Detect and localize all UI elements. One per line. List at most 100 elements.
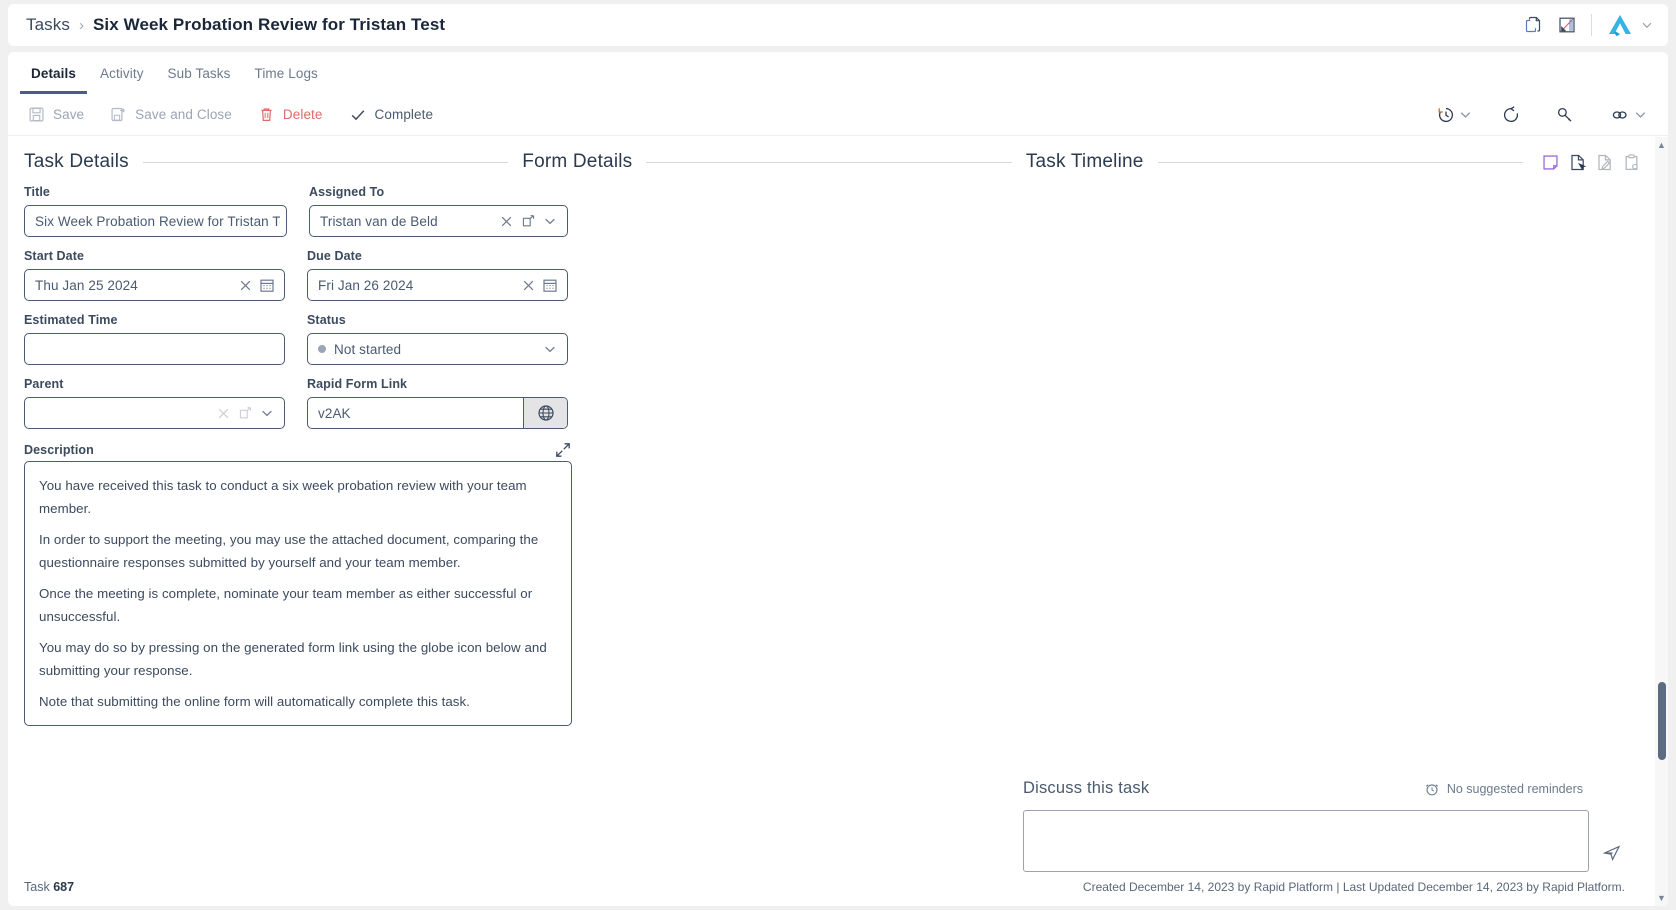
tab-sub-tasks[interactable]: Sub Tasks bbox=[157, 66, 242, 94]
task-details-form: Title Six Week Probation Review for Tris… bbox=[8, 173, 572, 726]
scroll-up-arrow-icon[interactable]: ▲ bbox=[1657, 137, 1666, 153]
description-line: You have received this task to conduct a… bbox=[39, 478, 527, 516]
description-line: Once the meeting is complete, nominate y… bbox=[39, 586, 533, 624]
section-title-task-details: Task Details bbox=[24, 151, 129, 172]
label-due-date: Due Date bbox=[307, 249, 362, 263]
content-scroll-region: Task Details Form Details Task Timeline bbox=[8, 137, 1668, 906]
section-divider-1 bbox=[142, 161, 509, 163]
open-record-icon[interactable] bbox=[234, 406, 256, 421]
key-icon bbox=[1555, 105, 1575, 125]
status-select[interactable]: Not started bbox=[307, 333, 568, 365]
estimated-time-input[interactable] bbox=[24, 333, 285, 365]
label-rapid-form-link: Rapid Form Link bbox=[307, 377, 408, 391]
field-start-date: Start Date Thu Jan 25 2024 bbox=[24, 249, 285, 301]
history-button[interactable] bbox=[1432, 101, 1477, 129]
save-and-close-label: Save and Close bbox=[135, 107, 232, 122]
clear-icon[interactable] bbox=[234, 278, 256, 293]
description-line: In order to support the meeting, you may… bbox=[39, 532, 539, 570]
reminder-text: No suggested reminders bbox=[1446, 781, 1583, 796]
assigned-to-input[interactable]: Tristan van de Beld bbox=[309, 205, 568, 237]
calendar-icon[interactable] bbox=[256, 277, 278, 293]
tab-details[interactable]: Details bbox=[20, 66, 87, 94]
save-and-close-button[interactable]: Save and Close bbox=[110, 106, 232, 123]
form-row-title: Title Six Week Probation Review for Tris… bbox=[24, 185, 568, 237]
vertical-scrollbar[interactable]: ▲ ▼ bbox=[1655, 137, 1668, 906]
brand-logo[interactable] bbox=[1606, 13, 1654, 37]
title-input[interactable]: Six Week Probation Review for Tristan Te… bbox=[24, 205, 287, 237]
header-bar: Tasks › Six Week Probation Review for Tr… bbox=[8, 4, 1668, 46]
label-estimated-time: Estimated Time bbox=[24, 313, 118, 327]
start-date-value: Thu Jan 25 2024 bbox=[35, 277, 138, 293]
breadcrumb-separator-icon: › bbox=[78, 16, 84, 34]
history-clock-icon bbox=[1436, 105, 1456, 125]
breadcrumb-root-link[interactable]: Tasks bbox=[26, 15, 70, 35]
complete-label: Complete bbox=[374, 107, 434, 122]
report-ruler-icon[interactable] bbox=[1557, 15, 1577, 35]
status-dot-icon bbox=[318, 345, 326, 353]
rapid-form-link-input[interactable]: v2AK bbox=[307, 397, 568, 429]
chevron-down-icon[interactable] bbox=[539, 213, 561, 229]
document-pointer-icon[interactable] bbox=[1568, 153, 1587, 172]
link-icon bbox=[1609, 105, 1631, 125]
main-panel: Details Activity Sub Tasks Time Logs Sav… bbox=[8, 52, 1668, 906]
audit-footer: Created December 14, 2023 by Rapid Platf… bbox=[1082, 880, 1625, 894]
start-date-input[interactable]: Thu Jan 25 2024 bbox=[24, 269, 285, 301]
section-title-task-timeline: Task Timeline bbox=[1025, 151, 1144, 172]
form-row-parent-form-link: Parent Rapid Form Link v2AK bbox=[24, 377, 568, 429]
content-area: Task Details Form Details Task Timeline bbox=[8, 137, 1655, 906]
discuss-textarea[interactable] bbox=[1023, 810, 1589, 872]
discuss-header: Discuss this task No suggested reminders bbox=[1023, 779, 1625, 798]
scroll-down-arrow-icon[interactable]: ▼ bbox=[1657, 890, 1666, 906]
delete-button[interactable]: Delete bbox=[258, 106, 323, 123]
permissions-button[interactable] bbox=[1551, 101, 1579, 129]
task-id-footer: Task 687 bbox=[24, 880, 74, 894]
label-assigned-to: Assigned To bbox=[309, 185, 385, 199]
suggested-reminders: No suggested reminders bbox=[1424, 781, 1583, 797]
field-assigned-to: Assigned To Tristan van de Beld bbox=[309, 185, 568, 237]
toolbar-right-actions bbox=[1432, 101, 1652, 129]
chevron-down-icon[interactable] bbox=[539, 341, 561, 357]
links-button[interactable] bbox=[1605, 101, 1652, 129]
clear-icon[interactable] bbox=[495, 214, 517, 229]
field-due-date: Due Date Fri Jan 26 2024 bbox=[307, 249, 568, 301]
task-number: 687 bbox=[53, 880, 75, 894]
clipboard-icon[interactable] bbox=[1622, 153, 1641, 172]
field-title: Title Six Week Probation Review for Tris… bbox=[24, 185, 287, 237]
save-button[interactable]: Save bbox=[28, 106, 84, 123]
open-record-icon[interactable] bbox=[517, 214, 539, 229]
timeline-action-icons bbox=[1537, 153, 1641, 172]
globe-icon[interactable] bbox=[523, 398, 567, 428]
field-estimated-time: Estimated Time bbox=[24, 313, 285, 365]
expand-icon[interactable] bbox=[554, 441, 572, 461]
refresh-button[interactable] bbox=[1497, 101, 1525, 129]
complete-button[interactable]: Complete bbox=[349, 106, 434, 124]
tab-activity[interactable]: Activity bbox=[89, 66, 155, 94]
parent-input[interactable] bbox=[24, 397, 285, 429]
copy-icon[interactable] bbox=[1523, 15, 1543, 35]
delete-label: Delete bbox=[282, 107, 323, 122]
section-header-row: Task Details Form Details Task Timeline bbox=[8, 137, 1655, 173]
note-square-icon[interactable] bbox=[1541, 153, 1560, 172]
send-icon[interactable] bbox=[1599, 840, 1625, 866]
calendar-icon[interactable] bbox=[539, 277, 561, 293]
field-status: Status Not started bbox=[307, 313, 568, 365]
check-icon bbox=[349, 106, 367, 124]
clear-icon[interactable] bbox=[517, 278, 539, 293]
label-start-date: Start Date bbox=[24, 249, 85, 263]
form-row-time-status: Estimated Time Status Not started bbox=[24, 313, 568, 365]
scrollbar-thumb[interactable] bbox=[1658, 682, 1666, 760]
breadcrumb: Tasks › Six Week Probation Review for Tr… bbox=[8, 15, 445, 35]
discuss-input-row bbox=[1023, 810, 1625, 872]
description-textarea[interactable]: You have received this task to conduct a… bbox=[24, 461, 572, 726]
due-date-input[interactable]: Fri Jan 26 2024 bbox=[307, 269, 568, 301]
label-description: Description bbox=[24, 443, 94, 457]
tab-bar: Details Activity Sub Tasks Time Logs bbox=[8, 52, 1668, 94]
clear-icon[interactable] bbox=[212, 406, 234, 421]
chevron-down-icon[interactable] bbox=[256, 405, 278, 421]
document-edit-icon[interactable] bbox=[1595, 153, 1614, 172]
chevron-down-icon bbox=[1642, 22, 1652, 29]
tab-time-logs[interactable]: Time Logs bbox=[243, 66, 328, 94]
title-value: Six Week Probation Review for Tristan Te… bbox=[35, 213, 280, 229]
description-line: Note that submitting the online form wil… bbox=[39, 694, 470, 709]
field-rapid-form-link: Rapid Form Link v2AK bbox=[307, 377, 568, 429]
